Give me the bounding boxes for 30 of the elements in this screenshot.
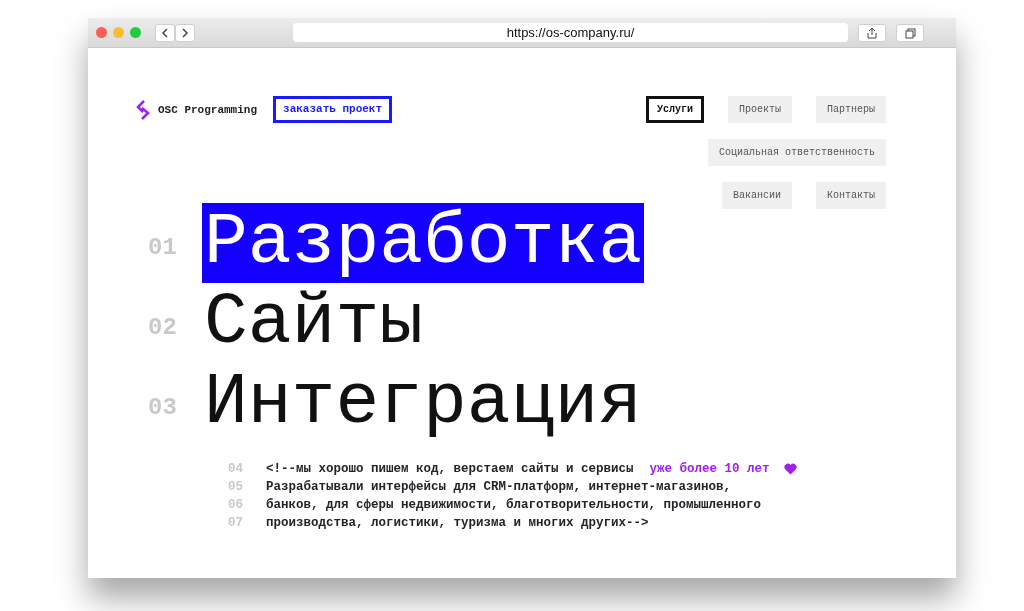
forward-button[interactable]: [175, 23, 195, 42]
nav-link-button[interactable]: Вакансии: [721, 182, 792, 209]
order-button[interactable]: заказать проект: [273, 96, 393, 123]
nav-link-button[interactable]: Социальная ответственность: [707, 139, 886, 166]
headline: Интеграция: [203, 363, 644, 443]
tabs-icon: [904, 27, 916, 39]
chevron-left-icon: [161, 27, 169, 38]
address-bar[interactable]: https://os-company.ru/: [293, 23, 848, 42]
code-text: банков, для сферы недвижимости, благотворительности, промышленного: [266, 497, 762, 514]
accent-text: уже более 10 лет: [649, 461, 770, 478]
nav-link-button[interactable]: Проекты: [727, 96, 792, 123]
share-icon: [867, 27, 877, 39]
code-text: <!--мы хорошо пишем код, верстаем сайты и сервисы: [266, 461, 634, 478]
maximize-icon[interactable]: [130, 27, 141, 38]
close-icon[interactable]: [96, 27, 107, 38]
logo-text[interactable]: OSC Programming: [158, 101, 258, 119]
nav-link-button[interactable]: Услуги: [645, 96, 704, 123]
code-text: производства, логистики, туризма и многих других-->: [266, 515, 649, 532]
logo-icon: [136, 100, 150, 120]
share-button[interactable]: [858, 24, 886, 42]
chevron-right-icon: [181, 27, 189, 38]
nav-link-button[interactable]: Контакты: [816, 182, 886, 209]
nav-link-button[interactable]: Партнеры: [816, 96, 886, 123]
minimize-icon[interactable]: [113, 27, 124, 38]
back-button[interactable]: [155, 23, 175, 42]
tabs-button[interactable]: [896, 24, 924, 42]
code-text: Разрабатывали интерфейсы для CRM-платформ, интернет-магазинов,: [266, 479, 732, 496]
headline: Сайты: [203, 283, 425, 363]
headline: Разработка: [202, 203, 645, 283]
heart-icon: [783, 463, 797, 475]
